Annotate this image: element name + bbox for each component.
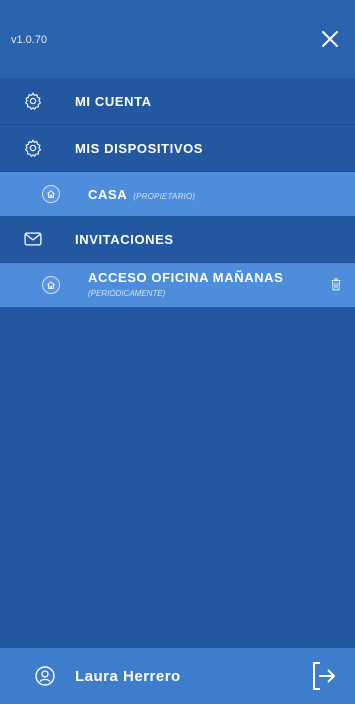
drawer-header: v1.0.70 [0, 0, 355, 78]
app-version: v1.0.70 [11, 34, 48, 46]
trash-icon[interactable] [331, 278, 341, 291]
close-icon[interactable] [319, 28, 341, 50]
invitation-item[interactable]: ACCESO OFICINA MAÑANAS (PERIÓDICAMENTE) [0, 263, 355, 307]
menu-item-label: MI CUENTA [75, 93, 152, 109]
home-icon [42, 185, 60, 203]
home-icon [42, 276, 60, 294]
device-item-casa[interactable]: CASA (PROPIETARIO) [0, 172, 355, 216]
menu-item-my-account[interactable]: MI CUENTA [0, 78, 355, 125]
menu-item-invitations[interactable]: INVITACIONES [0, 216, 355, 263]
drawer-menu: MI CUENTA MIS DISPOSITIVOS CASA (PROPIETA… [0, 78, 355, 307]
user-name: Laura Herrero [75, 668, 181, 685]
user-avatar-icon [35, 666, 55, 686]
logout-icon[interactable] [311, 661, 337, 691]
device-role-tag: (PROPIETARIO) [133, 191, 196, 201]
gear-icon [24, 139, 42, 157]
envelope-icon [24, 232, 42, 246]
menu-item-my-devices[interactable]: MIS DISPOSITIVOS [0, 125, 355, 172]
device-name: CASA (PROPIETARIO) [88, 186, 196, 202]
menu-item-label: MIS DISPOSITIVOS [75, 140, 204, 156]
menu-item-label: INVITACIONES [75, 231, 174, 247]
drawer-footer: Laura Herrero [0, 648, 355, 704]
gear-icon [24, 92, 42, 110]
invitation-name: ACCESO OFICINA MAÑANAS [88, 270, 284, 285]
invitation-type-tag: (PERIÓDICAMENTE) [88, 289, 166, 298]
